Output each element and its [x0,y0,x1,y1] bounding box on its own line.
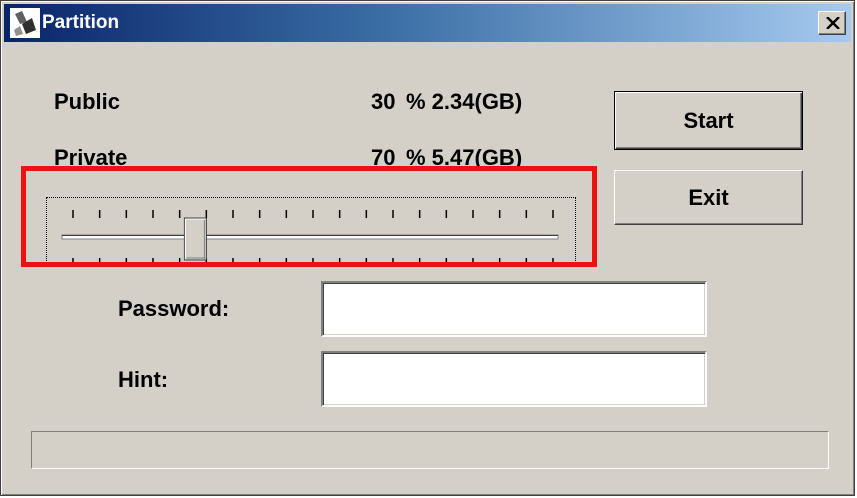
exit-button[interactable]: Exit [614,170,803,225]
public-percent: 30 [371,89,396,114]
password-label: Password: [118,296,230,321]
slider-track-area [61,210,559,264]
private-percent: 70 [371,145,396,170]
close-icon [826,17,840,29]
partition-window: Partition Public 30 % 2.34(GB) Private 7… [0,0,855,496]
start-button[interactable]: Start [614,91,803,150]
app-icon [10,8,40,38]
public-label: Public [54,89,121,114]
title-bar[interactable]: Partition [4,4,851,42]
hint-input[interactable] [321,351,707,407]
password-input[interactable] [321,281,707,337]
hint-label: Hint: [118,367,169,392]
slider-thumb[interactable] [183,217,207,261]
private-label: Private [54,145,128,170]
slider-ticks-bottom [72,258,554,264]
window-title: Partition [42,12,120,33]
partition-slider[interactable] [46,197,576,265]
status-bar [31,431,829,469]
slider-ticks-top [72,210,554,218]
close-button[interactable] [818,11,846,35]
public-size: % 2.34(GB) [406,89,523,114]
private-size: % 5.47(GB) [406,145,523,170]
